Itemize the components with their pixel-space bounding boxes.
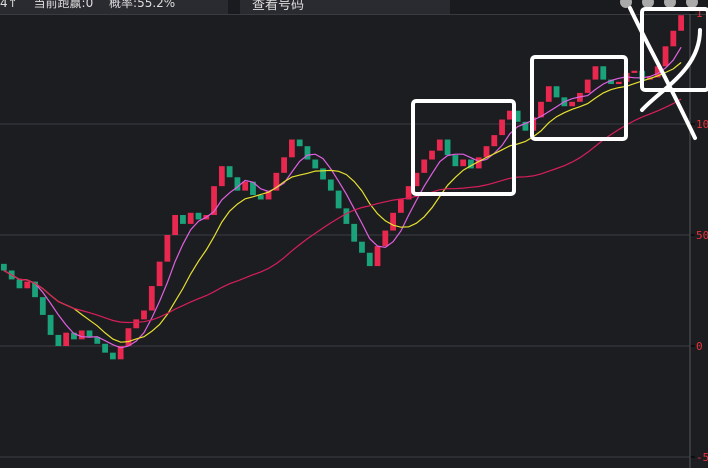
candle: [382, 230, 389, 247]
candle: [584, 79, 591, 93]
candle: [545, 86, 552, 102]
candle: [429, 150, 435, 160]
candle: [678, 15, 684, 31]
ma10-line: [3, 62, 682, 343]
candle: [390, 212, 396, 231]
candle: [483, 146, 490, 158]
candle: [55, 334, 62, 346]
candle: [312, 159, 319, 169]
candle: [141, 310, 147, 320]
candle: [631, 70, 638, 73]
candle: [148, 286, 155, 311]
candle: [16, 279, 23, 289]
candle: [1, 263, 7, 271]
candle: [600, 66, 607, 80]
candle: [359, 241, 365, 253]
candle: [218, 166, 225, 187]
candle: [47, 314, 54, 335]
candle: [351, 223, 358, 242]
candlestick-chart: 110500-5: [0, 6, 708, 468]
candle: [86, 330, 93, 338]
candle: [320, 168, 326, 180]
candle: [374, 246, 381, 267]
candle: [397, 199, 404, 213]
candle: [195, 212, 202, 220]
ma30-line: [3, 98, 682, 324]
candle: [436, 139, 443, 151]
y-tick-label: 10: [696, 118, 708, 131]
candle: [164, 235, 171, 262]
candle: [592, 66, 599, 80]
candle: [39, 297, 46, 315]
candle: [491, 135, 498, 147]
y-tick-label: -5: [696, 451, 708, 464]
ma5-line: [3, 46, 682, 349]
candle: [506, 110, 513, 120]
candle: [366, 252, 373, 267]
candle: [109, 352, 116, 360]
candle: [102, 343, 108, 353]
candle: [242, 181, 249, 191]
candle: [78, 330, 85, 340]
candle: [499, 119, 505, 136]
candle: [343, 208, 350, 224]
candle: [335, 190, 342, 209]
candle: [187, 212, 194, 224]
candle: [421, 159, 428, 173]
candle: [172, 215, 179, 235]
candle: [327, 179, 334, 191]
candle: [615, 81, 622, 85]
candle: [452, 155, 459, 167]
candle: [24, 281, 31, 289]
candle: [63, 332, 70, 346]
candle: [460, 159, 467, 167]
candle: [296, 139, 303, 147]
candle: [156, 261, 163, 287]
candle: [281, 157, 288, 173]
candle: [662, 46, 669, 67]
candle: [304, 146, 311, 160]
candle: [289, 139, 295, 158]
candle: [180, 215, 186, 224]
candle: [444, 139, 451, 156]
candle: [569, 101, 576, 107]
candle: [553, 86, 560, 98]
candle: [257, 195, 264, 200]
candle: [125, 328, 132, 346]
y-tick-label: 0: [696, 340, 703, 353]
candle: [226, 166, 233, 178]
y-tick-label: 50: [696, 229, 708, 242]
candle: [670, 30, 677, 47]
candle: [133, 319, 140, 329]
